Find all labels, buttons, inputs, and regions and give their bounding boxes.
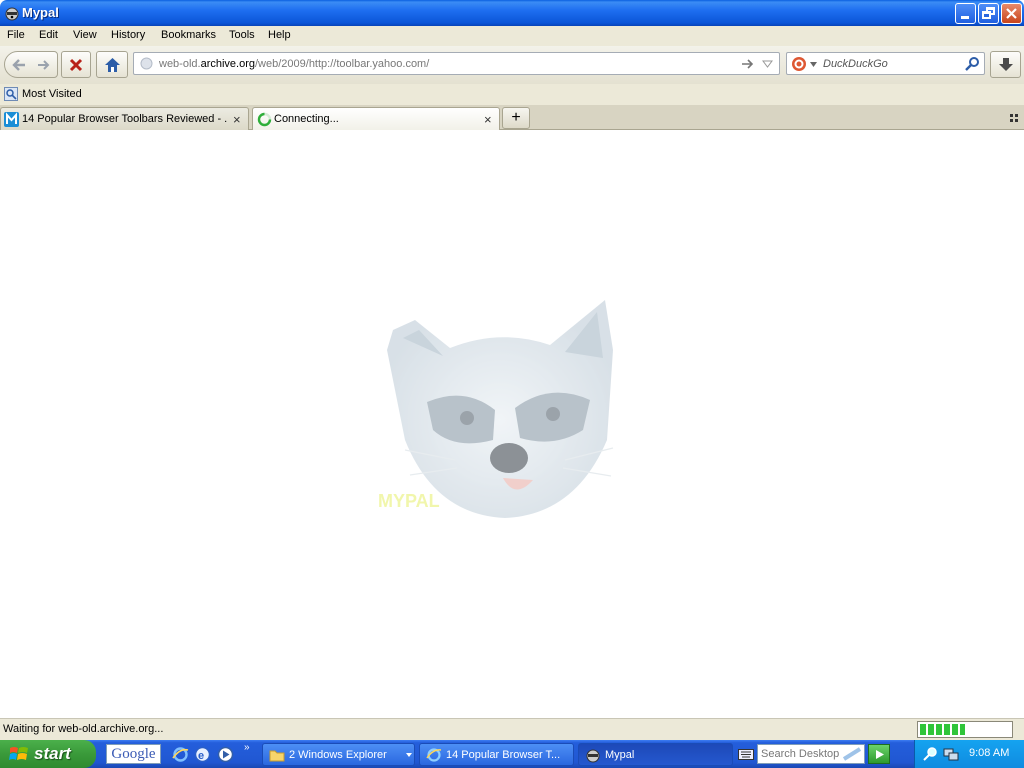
system-clock[interactable]: 9:08 AM xyxy=(969,747,1009,759)
page-content: MYPAL xyxy=(0,130,1024,718)
menu-file[interactable]: File xyxy=(7,29,25,41)
forward-arrow-icon[interactable] xyxy=(36,57,52,73)
site-identity-globe-icon[interactable] xyxy=(140,57,153,70)
url-domain: archive.org xyxy=(200,58,255,70)
ie-quicklaunch-icon[interactable] xyxy=(172,746,189,763)
play-arrow-icon xyxy=(876,750,884,759)
search-bar[interactable]: DuckDuckGo xyxy=(786,52,985,75)
menu-help[interactable]: Help xyxy=(268,29,291,41)
menu-tools[interactable]: Tools xyxy=(229,29,255,41)
menu-view[interactable]: View xyxy=(73,29,97,41)
back-arrow-icon[interactable] xyxy=(10,56,28,74)
google-toolbar-search[interactable]: Google xyxy=(106,744,161,764)
quicklaunch-overflow-chevron-icon[interactable]: » xyxy=(244,742,250,753)
svg-text:e: e xyxy=(198,750,204,762)
bookmarks-toolbar: Most Visited xyxy=(0,84,1024,105)
menu-bookmarks[interactable]: Bookmarks xyxy=(161,29,216,41)
download-arrow-icon xyxy=(999,58,1013,71)
google-label: Google xyxy=(111,746,156,762)
keyboard-language-icon[interactable] xyxy=(738,747,754,761)
mypal-raccoon-logo: MYPAL xyxy=(378,300,614,518)
search-desktop-magnifier-icon xyxy=(842,747,862,761)
url-path: /web/2009/http://toolbar.yahoo.com/ xyxy=(255,58,430,70)
plus-icon: + xyxy=(511,109,521,126)
url-prefix: web-old. xyxy=(159,58,201,70)
window-titlebar[interactable]: Mypal xyxy=(0,0,1024,26)
task-label: 14 Popular Browser T... xyxy=(446,749,561,761)
taskbar-button-browser-toolbars[interactable]: 14 Popular Browser T... xyxy=(419,743,574,766)
start-button[interactable]: start xyxy=(0,740,96,768)
list-all-tabs-icon[interactable] xyxy=(1010,114,1019,122)
minimize-icon xyxy=(961,16,969,19)
start-label: start xyxy=(34,744,71,763)
menu-bar: File Edit View History Bookmarks Tools H… xyxy=(0,26,1024,46)
network-tray-icon[interactable] xyxy=(943,746,959,762)
group-dropdown-icon xyxy=(406,753,412,757)
window-title: Mypal xyxy=(22,5,59,20)
page-load-progress-bar xyxy=(917,721,1013,738)
search-placeholder: DuckDuckGo xyxy=(823,58,888,70)
tab-connecting[interactable]: Connecting... × xyxy=(252,107,500,131)
back-forward-group xyxy=(4,51,58,78)
close-icon xyxy=(1006,8,1017,19)
mypal-app-icon xyxy=(5,7,19,21)
home-button[interactable] xyxy=(96,51,128,78)
task-label: Mypal xyxy=(605,749,635,761)
url-text[interactable]: web-old.archive.org/web/2009/http://tool… xyxy=(159,58,429,70)
duckduckgo-engine-icon[interactable] xyxy=(791,56,807,72)
tab-close-icon[interactable]: × xyxy=(233,112,241,127)
ie-alt-quicklaunch-icon[interactable]: e xyxy=(194,746,211,763)
stop-x-icon xyxy=(69,58,83,72)
most-visited-folder-icon xyxy=(4,87,18,101)
go-arrow-icon[interactable] xyxy=(741,58,755,70)
mypal-taskbar-icon xyxy=(586,749,600,763)
most-visited-bookmark[interactable]: Most Visited xyxy=(22,88,82,100)
loading-spinner-icon xyxy=(257,112,272,127)
search-magnifier-icon[interactable] xyxy=(965,56,980,71)
minimize-button[interactable] xyxy=(955,3,976,24)
restore-button[interactable] xyxy=(978,3,999,24)
windows-flag-icon xyxy=(9,747,28,760)
menu-edit[interactable]: Edit xyxy=(39,29,58,41)
system-tray: 9:08 AM xyxy=(914,740,1024,768)
tab-label: 14 Popular Browser Toolbars Reviewed - .… xyxy=(22,113,228,125)
taskbar-button-windows-explorer[interactable]: 2 Windows Explorer xyxy=(262,743,415,766)
menu-history[interactable]: History xyxy=(111,29,145,41)
status-text: Waiting for web-old.archive.org... xyxy=(3,723,164,735)
mypal-logo-wordmark: MYPAL xyxy=(378,491,440,511)
progress-fill xyxy=(920,724,965,735)
address-bar[interactable]: web-old.archive.org/web/2009/http://tool… xyxy=(133,52,780,75)
media-player-quicklaunch-icon[interactable] xyxy=(217,746,234,763)
tab-popular-toolbars[interactable]: 14 Popular Browser Toolbars Reviewed - .… xyxy=(0,107,249,130)
search-tray-icon[interactable] xyxy=(923,746,939,762)
tab-close-icon[interactable]: × xyxy=(484,112,492,127)
downloads-button[interactable] xyxy=(990,51,1021,78)
folder-icon xyxy=(269,750,285,762)
desktop-search-go-button[interactable] xyxy=(868,744,890,764)
task-label: 2 Windows Explorer xyxy=(289,749,387,761)
close-window-button[interactable] xyxy=(1001,3,1022,24)
engine-dropdown-icon[interactable] xyxy=(810,62,817,67)
tab-label: Connecting... xyxy=(274,113,339,125)
home-icon xyxy=(105,58,120,72)
tab-strip: 14 Popular Browser Toolbars Reviewed - .… xyxy=(0,105,1024,131)
desktop-search-placeholder: Search Desktop xyxy=(761,748,840,760)
status-bar: Waiting for web-old.archive.org... xyxy=(0,718,1024,740)
history-dropdown-icon[interactable] xyxy=(762,60,773,68)
m-site-favicon-icon xyxy=(4,112,19,127)
new-tab-button[interactable]: + xyxy=(502,107,530,129)
taskbar-button-mypal[interactable]: Mypal xyxy=(578,743,733,766)
ie-window-icon xyxy=(426,748,442,762)
navigation-toolbar: web-old.archive.org/web/2009/http://tool… xyxy=(0,46,1024,84)
stop-button[interactable] xyxy=(61,51,91,78)
desktop-search-input[interactable]: Search Desktop xyxy=(757,744,865,764)
windows-taskbar: start Google e » 2 Windows Explorer 14 P… xyxy=(0,740,1024,768)
